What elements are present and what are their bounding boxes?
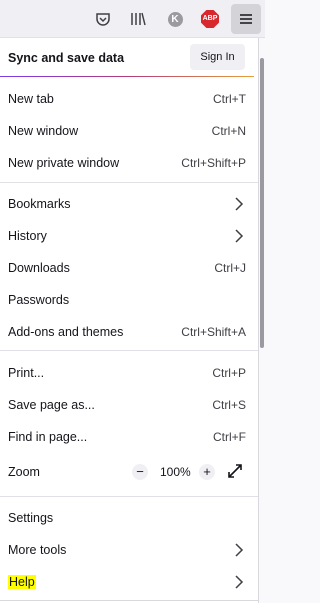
menu-separator xyxy=(0,496,258,497)
sign-in-button[interactable]: Sign In xyxy=(190,44,245,70)
menu-item-label: Help xyxy=(8,575,36,589)
menu-item-label: History xyxy=(8,229,47,243)
menu-item-shortcut: Ctrl+P xyxy=(212,366,246,380)
menu-item-label: Find in page... xyxy=(8,430,88,444)
adblock-plus-icon[interactable]: ABP xyxy=(197,6,223,32)
k-extension-icon[interactable]: K xyxy=(162,6,188,32)
pocket-icon[interactable] xyxy=(90,6,116,32)
chevron-right-icon xyxy=(235,543,244,557)
menu-item-new-private-window[interactable]: New private window Ctrl+Shift+P xyxy=(0,148,258,178)
menu-item-zoom: Zoom − 100% + xyxy=(0,457,258,487)
sync-divider xyxy=(0,76,254,77)
menu-item-bookmarks[interactable]: Bookmarks xyxy=(0,189,258,219)
menu-scrollbar[interactable] xyxy=(260,58,264,348)
menu-item-history[interactable]: History xyxy=(0,221,258,251)
menu-item-new-tab[interactable]: New tab Ctrl+T xyxy=(0,84,258,114)
zoom-in-button[interactable]: + xyxy=(199,464,215,480)
menu-item-label: More tools xyxy=(8,543,67,557)
menu-item-shortcut: Ctrl+T xyxy=(213,92,246,106)
panel-bottom-edge xyxy=(0,600,258,601)
menu-item-print[interactable]: Print... Ctrl+P xyxy=(0,358,258,388)
menu-item-label: New tab xyxy=(8,92,54,106)
menu-item-more-tools[interactable]: More tools xyxy=(0,535,258,565)
browser-toolbar: K ABP xyxy=(0,0,265,38)
menu-item-new-window[interactable]: New window Ctrl+N xyxy=(0,116,258,146)
menu-item-label: Settings xyxy=(8,511,54,525)
menu-item-help[interactable]: Help xyxy=(0,567,258,597)
menu-item-label: Add-ons and themes xyxy=(8,325,124,339)
menu-item-find-in-page[interactable]: Find in page... Ctrl+F xyxy=(0,422,258,452)
menu-item-label: New private window xyxy=(8,156,120,170)
adblock-plus-logo: ABP xyxy=(201,10,219,28)
menu-item-shortcut: Ctrl+Shift+A xyxy=(181,325,246,339)
menu-item-label: Print... xyxy=(8,366,45,380)
hamburger-menu-icon[interactable] xyxy=(231,4,261,34)
menu-item-addons-and-themes[interactable]: Add-ons and themes Ctrl+Shift+A xyxy=(0,317,258,347)
menu-item-label: New window xyxy=(8,124,79,138)
menu-item-shortcut: Ctrl+S xyxy=(212,398,246,412)
menu-item-shortcut: Ctrl+J xyxy=(214,261,246,275)
zoom-label: Zoom xyxy=(8,465,40,479)
menu-separator xyxy=(0,350,258,351)
app-menu-panel: Sync and save data Sign In New tab Ctrl+… xyxy=(0,38,259,603)
menu-item-label: Downloads xyxy=(8,261,70,275)
menu-item-settings[interactable]: Settings xyxy=(0,503,258,533)
sync-label: Sync and save data xyxy=(8,51,125,65)
menu-item-shortcut: Ctrl+Shift+P xyxy=(181,156,246,170)
chevron-right-icon xyxy=(235,575,244,589)
menu-item-label: Passwords xyxy=(8,293,70,307)
menu-separator xyxy=(0,182,258,183)
k-extension-letter: K xyxy=(167,11,183,27)
menu-item-label: Save page as... xyxy=(8,398,95,412)
zoom-out-button[interactable]: − xyxy=(132,464,148,480)
sync-row: Sync and save data Sign In xyxy=(0,38,258,78)
menu-item-save-page-as[interactable]: Save page as... Ctrl+S xyxy=(0,390,258,420)
fullscreen-icon[interactable] xyxy=(227,463,243,479)
menu-item-passwords[interactable]: Passwords xyxy=(0,285,258,315)
zoom-level[interactable]: 100% xyxy=(160,465,191,479)
menu-item-shortcut: Ctrl+N xyxy=(211,124,246,138)
menu-item-downloads[interactable]: Downloads Ctrl+J xyxy=(0,253,258,283)
library-icon[interactable] xyxy=(125,6,151,32)
chevron-right-icon xyxy=(235,229,244,243)
chevron-right-icon xyxy=(235,197,244,211)
menu-item-shortcut: Ctrl+F xyxy=(213,430,246,444)
menu-item-label: Bookmarks xyxy=(8,197,71,211)
